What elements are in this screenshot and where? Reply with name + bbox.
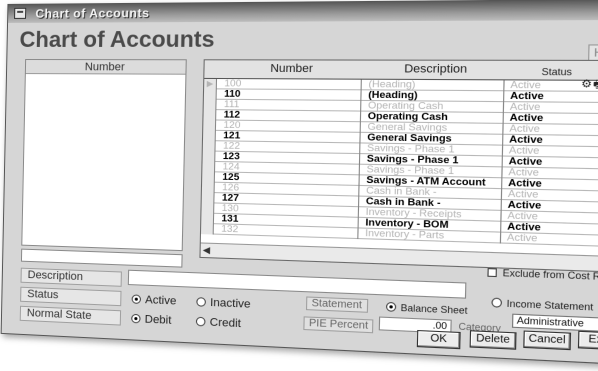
- row-selector[interactable]: ▶: [204, 78, 218, 90]
- window-title: Chart of Accounts: [35, 5, 150, 21]
- row-selector[interactable]: [203, 120, 217, 131]
- delete-button[interactable]: Delete: [469, 330, 517, 350]
- column-header-number[interactable]: Number: [220, 62, 364, 76]
- exclude-label: Exclude from Cost Report: [502, 267, 598, 283]
- income-statement-radio[interactable]: Income Statement: [491, 296, 593, 313]
- radio-dot[interactable]: [195, 316, 206, 327]
- balance-sheet-radio[interactable]: Balance Sheet: [385, 301, 468, 317]
- row-selector[interactable]: [201, 182, 215, 194]
- radio-dot[interactable]: [385, 301, 397, 312]
- statement-label: Statement: [305, 296, 368, 313]
- radio-label: Inactive: [209, 296, 251, 311]
- column-header-description[interactable]: Description: [365, 63, 507, 76]
- status-cell[interactable]: Active: [503, 232, 598, 247]
- radio-label: Active: [144, 293, 177, 308]
- pie-percent-label: PIE Percent: [303, 316, 374, 334]
- row-selector[interactable]: [202, 172, 216, 183]
- cancel-button[interactable]: Cancel: [523, 330, 572, 351]
- radio-label: Debit: [144, 313, 172, 327]
- search-column-header: Number: [25, 60, 186, 75]
- title-bar[interactable]: Chart of Accounts: [8, 0, 598, 23]
- category-value: Administrative: [516, 314, 585, 329]
- row-selector[interactable]: [202, 141, 216, 152]
- description-field[interactable]: [127, 269, 467, 299]
- chart-of-accounts-window: Chart of Accounts Chart of Accounts Help…: [0, 0, 598, 366]
- row-selector[interactable]: [203, 99, 217, 111]
- radio-dot[interactable]: [131, 313, 141, 324]
- number-search-list[interactable]: Number: [21, 59, 187, 252]
- row-selector[interactable]: [202, 130, 216, 142]
- row-selector[interactable]: [203, 89, 217, 100]
- status-active-radio[interactable]: Active: [131, 293, 177, 308]
- ok-button[interactable]: OK: [416, 329, 461, 350]
- page-title: Chart of Accounts: [19, 26, 215, 53]
- search-input[interactable]: [20, 248, 183, 268]
- radio-dot[interactable]: [491, 297, 503, 308]
- status-inactive-radio[interactable]: Inactive: [196, 296, 251, 311]
- row-selector[interactable]: [200, 223, 214, 235]
- normal-state-debit-radio[interactable]: Debit: [131, 313, 172, 327]
- app-icon: [14, 7, 27, 19]
- row-selector[interactable]: [203, 110, 217, 121]
- radio-dot[interactable]: [196, 297, 206, 307]
- row-selector[interactable]: [202, 151, 216, 162]
- row-selector[interactable]: [202, 161, 216, 173]
- status-label: Status: [20, 286, 122, 307]
- row-selector[interactable]: [201, 203, 215, 214]
- radio-label: Balance Sheet: [400, 302, 468, 317]
- description-label: Description: [20, 267, 122, 287]
- exclude-from-cost-report-checkbox[interactable]: Exclude from Cost Report: [487, 267, 598, 283]
- checkbox-box[interactable]: [487, 268, 497, 278]
- row-selector[interactable]: [201, 192, 215, 204]
- accounts-grid[interactable]: Number Description Status ⚙🖶▼ ▶ 100 (Headi…: [199, 59, 598, 274]
- exit-button[interactable]: Exit: [577, 330, 598, 351]
- horizontal-scrollbar[interactable]: ◀ ▶: [200, 242, 598, 273]
- normal-state-credit-radio[interactable]: Credit: [195, 316, 242, 331]
- grid-rows: ▶ 100 (Heading) Active 110 (Heading) Active 111…: [200, 78, 598, 248]
- radio-label: Income Statement: [506, 298, 594, 313]
- scroll-left-icon[interactable]: ◀: [203, 245, 211, 257]
- radio-label: Credit: [209, 316, 242, 331]
- radio-dot[interactable]: [131, 294, 142, 304]
- normal-state-label: Normal State: [19, 305, 122, 326]
- row-selector[interactable]: [201, 213, 215, 225]
